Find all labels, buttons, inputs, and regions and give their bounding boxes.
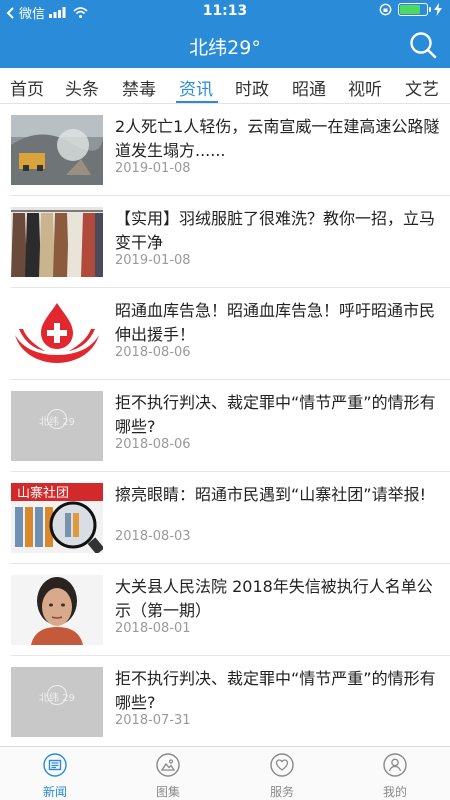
photo-icon	[156, 753, 180, 777]
news-item[interactable]: 北纬 29 拒不执行判决、裁定罪中“情节严重”的情形有哪些? 2018-08-0…	[0, 380, 450, 472]
tab-politics[interactable]: 时政	[235, 75, 269, 100]
tab-antidrug[interactable]: 禁毒	[122, 75, 156, 100]
news-title: 昭通血库告急！昭通血库告急！呼吁昭通市民伸出援手！	[115, 301, 436, 344]
bottom-tab-news[interactable]: 新闻	[15, 753, 95, 800]
bottom-tab-label: 新闻	[42, 785, 67, 799]
page-title: 北纬29°	[189, 37, 261, 59]
bottom-tab-gallery[interactable]: 图集	[128, 753, 208, 800]
placeholder-logo-text: 北纬 29	[39, 417, 75, 428]
news-date: 2018-08-06	[115, 437, 191, 452]
news-date: 2019-01-08	[115, 161, 191, 176]
news-thumbnail	[11, 115, 103, 185]
news-thumbnail	[11, 207, 103, 277]
news-thumbnail: 北纬 29	[11, 667, 103, 737]
news-list: 2人死亡1人轻伤，云南宣威一在建高速公路隧道发生塌方...... 2019-01…	[0, 104, 450, 746]
news-item[interactable]: 北纬 29 拒不执行判决、裁定罪中“情节严重”的情形有哪些? 2018-07-3…	[0, 656, 450, 746]
bottom-tab-bar: 新闻 图集 服务 我的	[0, 746, 450, 800]
news-date: 2019-01-08	[115, 253, 191, 268]
bottom-tab-label: 图集	[155, 785, 180, 799]
news-title: 擦亮眼睛：昭通市民遇到“山寨社团”请举报!	[115, 485, 426, 504]
orientation-lock-icon	[379, 3, 392, 16]
news-item[interactable]: 山寨社团 擦亮眼睛：昭通市民遇到“山寨社团”请举报! 2018-08-03	[0, 472, 450, 564]
placeholder-image: 北纬 29	[11, 391, 103, 461]
news-title: 拒不执行判决、裁定罪中“情节严重”的情形有哪些?	[115, 393, 436, 436]
svg-text:山寨社团: 山寨社团	[17, 485, 69, 501]
news-title: 2人死亡1人轻伤，云南宣威一在建高速公路隧道发生塌方......	[115, 117, 440, 160]
charging-icon	[434, 3, 442, 16]
tab-zhaotong[interactable]: 昭通	[292, 75, 326, 100]
status-bar: 微信 11:13	[0, 0, 450, 22]
tab-headlines[interactable]: 头条	[65, 75, 99, 100]
blood-donation-icon	[11, 299, 103, 369]
news-thumbnail	[11, 299, 103, 369]
search-icon	[410, 32, 437, 59]
news-date: 2018-08-01	[115, 621, 191, 636]
news-date: 2018-08-06	[115, 345, 191, 360]
news-title: 大关县人民法院 2018年失信被执行人名单公示（第一期）	[115, 577, 433, 620]
bottom-tab-me[interactable]: 我的	[355, 753, 435, 800]
category-tabs: 首页 头条 禁毒 资讯 时政 昭通 视听 文艺	[0, 68, 450, 104]
tab-home[interactable]: 首页	[10, 75, 44, 100]
battery-icon	[398, 3, 431, 16]
news-thumbnail: 北纬 29	[11, 391, 103, 461]
status-right	[379, 3, 442, 16]
news-date: 2018-07-31	[115, 713, 191, 728]
tab-video[interactable]: 视听	[348, 75, 382, 100]
news-item[interactable]: 昭通血库告急！昭通血库告急！呼吁昭通市民伸出援手！ 2018-08-06	[0, 288, 450, 380]
active-tab-indicator	[176, 101, 218, 103]
heart-icon	[270, 753, 294, 777]
placeholder-image: 北纬 29	[11, 667, 103, 737]
placeholder-logo-text: 北纬 29	[39, 693, 75, 704]
news-thumbnail	[11, 575, 103, 645]
nav-bar: 北纬29°	[0, 22, 450, 68]
news-date: 2018-08-03	[115, 529, 191, 544]
bottom-tab-label: 服务	[269, 785, 294, 799]
tab-arts[interactable]: 文艺	[405, 75, 439, 100]
bottom-tab-services[interactable]: 服务	[242, 753, 322, 800]
tab-news-info[interactable]: 资讯	[179, 75, 213, 100]
news-title: 拒不执行判决、裁定罪中“情节严重”的情形有哪些?	[115, 669, 436, 712]
user-icon	[383, 753, 407, 777]
news-item[interactable]: 【实用】羽绒服脏了很难洗？教你一招，立马变干净 2019-01-08	[0, 196, 450, 288]
newspaper-icon	[43, 753, 67, 777]
news-item[interactable]: 2人死亡1人轻伤，云南宣威一在建高速公路隧道发生塌方...... 2019-01…	[0, 104, 450, 196]
news-title: 【实用】羽绒服脏了很难洗？教你一招，立马变干净	[115, 209, 436, 252]
search-button[interactable]	[408, 30, 438, 60]
news-item[interactable]: 大关县人民法院 2018年失信被执行人名单公示（第一期） 2018-08-01	[0, 564, 450, 656]
bottom-tab-label: 我的	[382, 785, 407, 799]
news-thumbnail: 山寨社团	[11, 483, 103, 553]
